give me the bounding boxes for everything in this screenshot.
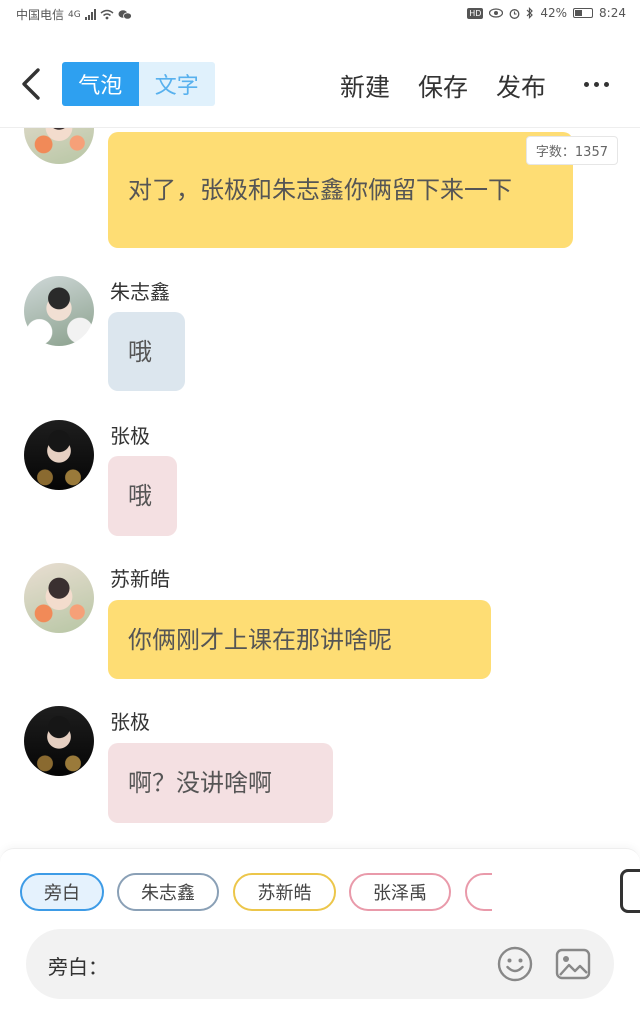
speaker-name: 朱志鑫: [110, 280, 170, 304]
avatar[interactable]: [24, 420, 94, 490]
network-label: 4G: [68, 9, 81, 20]
wifi-icon: [100, 9, 114, 20]
publish-button[interactable]: 发布: [496, 68, 546, 104]
avatar[interactable]: [24, 128, 94, 164]
message-bubble[interactable]: 对了，张极和朱志鑫你俩留下来一下: [108, 132, 573, 248]
character-chip[interactable]: 朱志鑫: [117, 873, 219, 911]
message-bubble[interactable]: 哦: [108, 456, 177, 536]
message-bubble[interactable]: 啊？没讲啥啊: [108, 743, 333, 823]
composer-panel: 旁白 朱志鑫 苏新皓 张泽禹 旁白：: [0, 848, 640, 1024]
emoji-icon[interactable]: [496, 945, 534, 983]
top-toolbar: 气泡 文字 新建 保存 发布: [0, 40, 640, 128]
mode-toggle: 气泡 文字: [62, 62, 215, 106]
side-panel-handle[interactable]: [620, 869, 640, 913]
battery-percent: 42%: [540, 6, 568, 20]
avatar[interactable]: [24, 563, 94, 633]
bluetooth-icon: [526, 7, 534, 19]
character-chip[interactable]: 张泽禹: [349, 873, 451, 911]
speaker-name: 张极: [110, 710, 150, 734]
new-button[interactable]: 新建: [340, 68, 390, 104]
chat-area[interactable]: 字数：1357 对了，张极和朱志鑫你俩留下来一下 朱志鑫 哦 张极 哦 苏新皓 …: [0, 128, 640, 848]
image-icon[interactable]: [554, 945, 592, 983]
tab-text[interactable]: 文字: [138, 62, 215, 106]
tab-bubble[interactable]: 气泡: [62, 62, 139, 106]
character-chip-partial[interactable]: [465, 873, 492, 911]
character-selector[interactable]: 旁白 朱志鑫 苏新皓 张泽禹: [20, 873, 492, 913]
speaker-name: 苏新皓: [110, 567, 170, 591]
status-bar: 中国电信 4G HD 42% 8:24: [0, 0, 640, 28]
message-bubble[interactable]: 哦: [108, 312, 185, 391]
avatar[interactable]: [24, 706, 94, 776]
word-count-badge: 字数：1357: [525, 136, 618, 165]
alarm-icon: [509, 8, 520, 19]
character-chip-narration[interactable]: 旁白: [20, 873, 104, 911]
wechat-icon: [118, 10, 132, 20]
clock: 8:24: [599, 6, 626, 20]
speaker-name: 张极: [110, 424, 150, 448]
avatar[interactable]: [24, 276, 94, 346]
save-button[interactable]: 保存: [418, 68, 468, 104]
signal-icon: [84, 9, 96, 20]
message-input[interactable]: 旁白：: [26, 929, 614, 999]
battery-icon: [573, 8, 594, 18]
chevron-left-icon[interactable]: [18, 66, 46, 102]
input-speaker-label: 旁白：: [48, 955, 108, 979]
eye-icon: [489, 8, 504, 18]
carrier-label: 中国电信: [16, 8, 65, 22]
more-dots-icon[interactable]: [584, 82, 609, 87]
message-bubble[interactable]: 你俩刚才上课在那讲啥呢: [108, 600, 491, 679]
character-chip[interactable]: 苏新皓: [233, 873, 336, 911]
header-actions: 新建 保存 发布: [340, 68, 546, 104]
hd-icon: HD: [467, 7, 484, 19]
